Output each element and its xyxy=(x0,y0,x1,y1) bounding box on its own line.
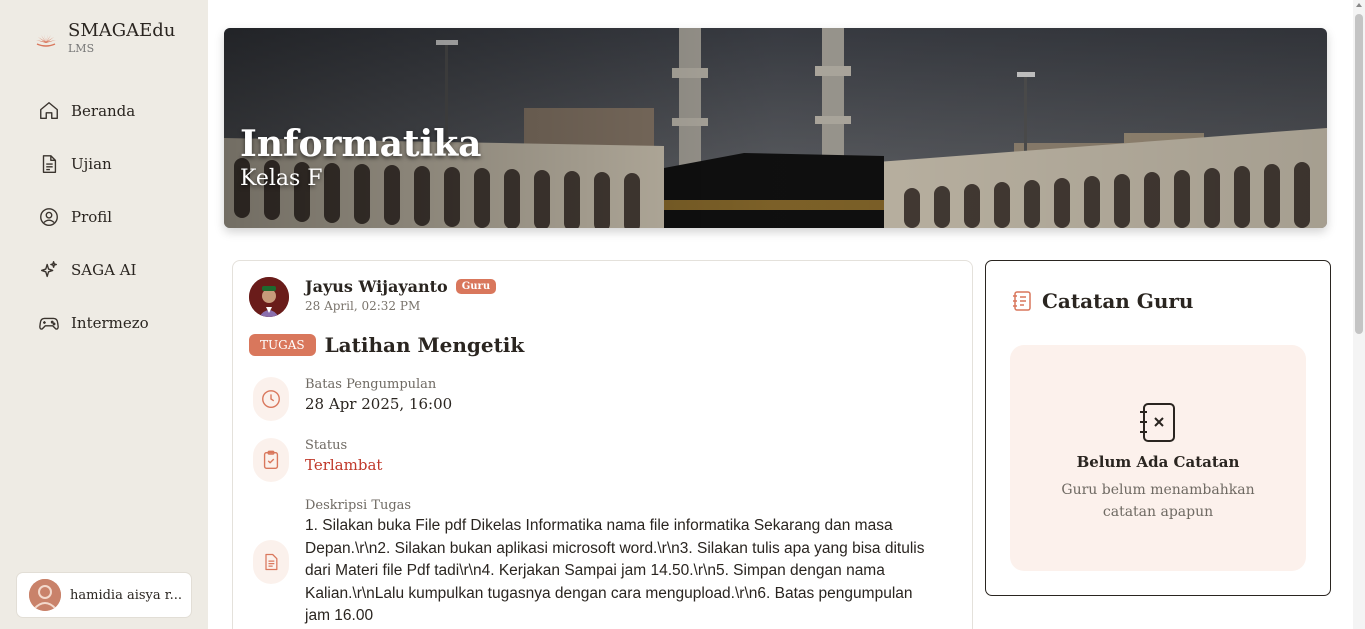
sidebar-item-label: Intermezo xyxy=(71,313,149,332)
sidebar-item-label: Profil xyxy=(71,207,113,226)
description-icon xyxy=(253,540,289,584)
sidebar-item-beranda[interactable]: Beranda xyxy=(38,84,149,137)
avatar[interactable] xyxy=(249,277,289,317)
deadline-label: Batas Pengumpulan xyxy=(305,377,437,392)
deadline-value: 28 Apr 2025, 16:00 xyxy=(305,395,453,413)
sidebar-item-intermezo[interactable]: Intermezo xyxy=(38,296,149,349)
class-title: Informatika xyxy=(240,123,482,165)
clipboard-check-icon xyxy=(253,438,289,482)
document-icon xyxy=(42,154,57,173)
deadline-row: Batas Pengumpulan 28 Apr 2025, 16:00 xyxy=(253,377,452,421)
sparkles-icon xyxy=(40,260,58,277)
class-subtitle: Kelas F xyxy=(240,166,323,191)
status-row: Status Terlambat xyxy=(253,438,382,482)
notes-empty-state: Belum Ada Catatan Guru belum menambahkan… xyxy=(1010,345,1306,571)
brand-subtitle: LMS xyxy=(68,42,95,55)
brand[interactable]: SMAGAEdu LMS xyxy=(34,20,175,56)
sidebar-nav: Beranda Ujian Profil SAGA AI Intermezo xyxy=(38,84,149,349)
home-icon xyxy=(40,101,58,119)
notebook-icon xyxy=(1013,291,1031,311)
brand-logo-icon xyxy=(36,34,56,47)
teacher-notes-panel: Catatan Guru Belum Ada Catatan Guru belu… xyxy=(985,260,1331,596)
scroll-thumb[interactable] xyxy=(1355,14,1363,334)
user-circle-icon xyxy=(40,207,58,226)
user-name: hamidia aisya r... xyxy=(70,587,182,603)
notes-title: Catatan Guru xyxy=(1042,289,1194,313)
sidebar-item-profil[interactable]: Profil xyxy=(38,190,149,243)
brand-name: SMAGAEdu xyxy=(68,20,176,41)
description-row: Deskripsi Tugas 1. Silakan buka File pdf… xyxy=(253,498,935,628)
task-type-badge: TUGAS xyxy=(249,334,316,356)
status-badge: Terlambat xyxy=(305,456,383,474)
user-profile-card[interactable]: hamidia aisya r... xyxy=(16,572,192,618)
author-name: Jayus Wijayanto xyxy=(305,277,448,296)
empty-subtitle: Guru belum menambahkan catatan apapun xyxy=(1061,482,1255,520)
empty-title: Belum Ada Catatan xyxy=(1076,453,1240,471)
clock-icon xyxy=(253,377,289,421)
sidebar-item-ujian[interactable]: Ujian xyxy=(38,137,149,190)
role-badge: Guru xyxy=(455,279,497,294)
description-text: 1. Silakan buka File pdf Dikelas Informa… xyxy=(305,517,925,625)
status-label: Status xyxy=(305,438,348,453)
post-author: Jayus Wijayanto Guru 28 April, 02:32 PM xyxy=(249,277,497,317)
avatar xyxy=(29,579,61,611)
class-banner: Informatika Kelas F xyxy=(224,28,1327,228)
assignment-card: Jayus Wijayanto Guru 28 April, 02:32 PM … xyxy=(232,260,973,629)
page-scrollbar[interactable] xyxy=(1353,0,1365,629)
notebook-x-icon xyxy=(1140,403,1175,442)
scroll-up-arrow-icon[interactable] xyxy=(1356,3,1362,7)
description-label: Deskripsi Tugas xyxy=(305,498,412,513)
task-header: TUGAS Latihan Mengetik xyxy=(249,333,524,357)
notes-header: Catatan Guru xyxy=(1010,289,1193,313)
sidebar-item-saga-ai[interactable]: SAGA AI xyxy=(38,243,149,296)
sidebar-item-label: SAGA AI xyxy=(71,260,137,279)
sidebar-item-label: Ujian xyxy=(71,154,112,173)
sidebar-item-label: Beranda xyxy=(71,101,136,120)
gamepad-icon xyxy=(39,317,59,330)
task-title: Latihan Mengetik xyxy=(324,333,525,357)
post-date: 28 April, 02:32 PM xyxy=(305,299,421,313)
sidebar: SMAGAEdu LMS Beranda Ujian Profil SAGA A… xyxy=(0,0,208,629)
